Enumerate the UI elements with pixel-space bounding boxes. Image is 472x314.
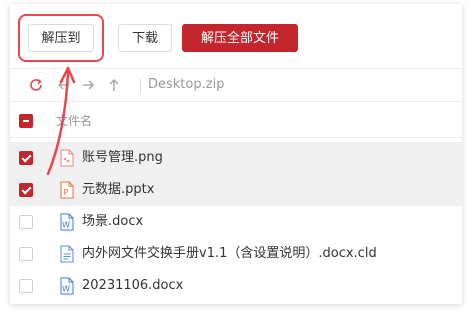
row-checkbox[interactable] xyxy=(19,183,33,197)
forward-arrow-icon[interactable] xyxy=(80,77,96,93)
file-row[interactable]: W 20231106.docx xyxy=(10,270,462,302)
row-checkbox[interactable] xyxy=(19,279,33,293)
archive-path: Desktop.zip xyxy=(148,77,225,92)
svg-text:P: P xyxy=(64,188,69,197)
image-file-icon xyxy=(60,149,74,167)
row-checkbox[interactable] xyxy=(19,247,33,261)
extract-to-button[interactable]: 解压到 xyxy=(28,24,94,52)
filename-column-header: 文件名 xyxy=(56,114,93,128)
text-file-icon xyxy=(60,245,74,263)
back-arrow-icon[interactable] xyxy=(56,77,72,93)
download-button[interactable]: 下载 xyxy=(118,24,172,52)
file-row[interactable]: 账号管理.png xyxy=(10,142,462,174)
file-row[interactable]: P 元数据.pptx xyxy=(10,174,462,206)
list-header: 文件名 xyxy=(10,104,462,138)
archive-viewer-panel: 解压到 下载 解压全部文件 Desktop.zip 文件名 账号管理.png P… xyxy=(10,4,462,304)
pptx-file-icon: P xyxy=(60,181,74,199)
svg-text:W: W xyxy=(62,221,70,230)
row-checkbox[interactable] xyxy=(19,215,33,229)
file-name: 内外网文件交换手册v1.1（含设置说明）.docx.cld xyxy=(82,246,377,261)
refresh-icon[interactable] xyxy=(28,77,44,93)
navigation-bar: Desktop.zip xyxy=(10,68,462,102)
up-arrow-icon[interactable] xyxy=(106,77,122,93)
file-name: 账号管理.png xyxy=(82,150,163,165)
select-all-checkbox[interactable] xyxy=(19,114,33,128)
toolbar: 解压到 下载 解压全部文件 xyxy=(10,4,462,68)
file-name: 元数据.pptx xyxy=(82,182,155,197)
file-name: 20231106.docx xyxy=(82,278,184,293)
row-checkbox[interactable] xyxy=(19,151,33,165)
svg-text:W: W xyxy=(62,285,70,294)
extract-all-button[interactable]: 解压全部文件 xyxy=(182,24,298,52)
docx-file-icon: W xyxy=(60,277,74,295)
docx-file-icon: W xyxy=(60,213,74,231)
file-row[interactable]: 内外网文件交换手册v1.1（含设置说明）.docx.cld xyxy=(10,238,462,270)
file-name: 场景.docx xyxy=(82,214,144,229)
file-row[interactable]: W 场景.docx xyxy=(10,206,462,238)
path-separator xyxy=(140,79,141,93)
